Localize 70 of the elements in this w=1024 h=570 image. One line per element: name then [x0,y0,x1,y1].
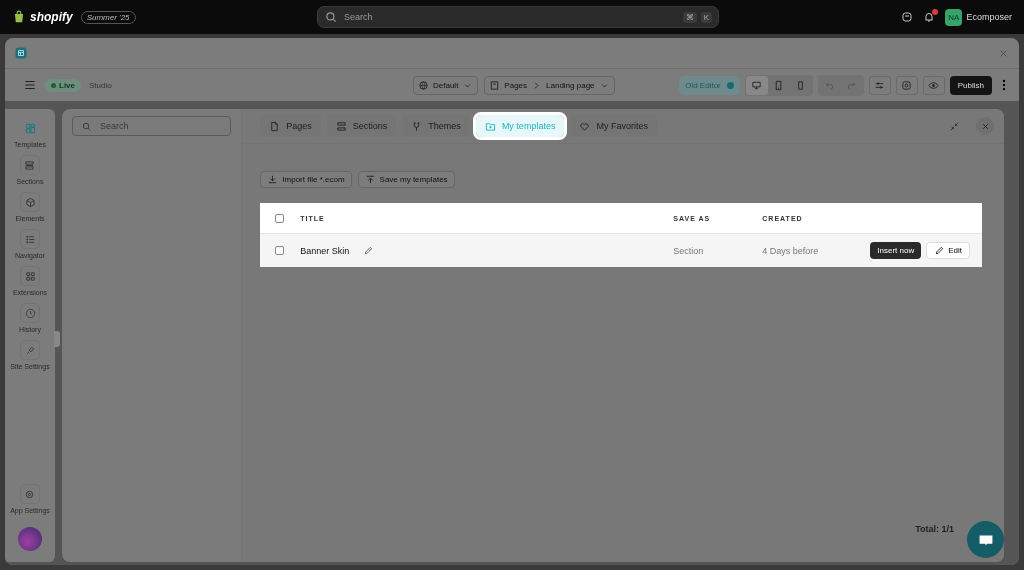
sidebar-button[interactable] [20,266,40,286]
collapse-icon[interactable] [949,120,960,132]
folder-icon [484,120,496,132]
sidebar-button[interactable] [20,192,40,212]
shopify-bag-icon [12,10,26,24]
search-input[interactable]: Search [342,11,679,23]
status-pill: Live [45,78,81,92]
heart-icon [579,120,591,132]
gear-icon [24,488,36,500]
breadcrumb-item: Pages [504,80,528,90]
shortcut-key: ⌘ [682,11,697,23]
inspect-button[interactable] [895,75,918,95]
brush-icon [24,344,36,356]
pencil-icon[interactable] [363,245,375,256]
save-button[interactable]: Save my templates [357,171,455,188]
breadcrumb-item: Landing page [546,80,595,90]
pencil-icon [934,245,946,256]
close-button[interactable] [976,117,994,135]
globe-icon [418,79,429,91]
publish-button[interactable]: Publish [949,75,992,95]
sidebar-button[interactable] [20,340,40,360]
brand-name: shopify [30,10,73,24]
table-cell-text: 4 Days before [762,245,820,256]
sidebar-button[interactable] [20,303,40,323]
assistant-orb[interactable] [18,527,42,551]
theme-dropdown[interactable]: Default [413,75,479,95]
search-field[interactable]: Search ⌘ K [317,6,719,28]
account-avatar[interactable]: NA [945,8,963,26]
preview-button[interactable] [922,75,945,95]
insert-button[interactable]: Insert now [870,242,922,259]
device-button[interactable] [745,75,768,95]
target-icon [901,79,913,91]
table-cell: Banner Skin [300,245,350,256]
edit-button[interactable]: Edit [926,242,970,259]
clock-icon [24,307,36,319]
sidebar-button[interactable] [20,229,40,249]
sections-icon [335,120,347,132]
download-icon [267,174,279,185]
search-icon [81,120,92,132]
cube-icon [24,196,36,208]
tab[interactable]: My templates [475,115,565,137]
sections-icon [24,159,36,171]
checkbox[interactable] [275,246,285,255]
search-icon [324,10,338,24]
settings-button[interactable] [20,484,40,504]
account-name[interactable]: Ecomposer [966,12,1012,22]
settings-button[interactable] [868,75,891,95]
menu-icon[interactable] [23,78,37,92]
redo-icon [846,79,858,91]
total-count: Total: 1/1 [915,524,954,534]
desktop-icon [751,79,763,91]
import-button[interactable]: Import file *.ecom [260,171,352,188]
shortcut-key: K [700,11,712,23]
table-cell-text: Section [673,245,705,256]
grid-icon [24,270,36,282]
sidebar-button[interactable] [20,155,40,175]
mode-label[interactable]: Studio [89,80,112,90]
app-icon [15,47,27,59]
collapse-handle[interactable] [54,331,60,347]
sliders-icon [874,79,886,91]
bell-icon[interactable] [923,11,936,23]
notification-dot [932,9,939,15]
layout-icon [24,122,36,134]
eye-icon [928,79,940,91]
page-icon [269,120,281,132]
checkbox[interactable] [275,213,285,223]
list-icon [24,233,36,245]
page-icon [489,79,501,91]
upload-icon [364,174,376,185]
page-dropdown[interactable]: Pages Landing page [484,75,615,95]
